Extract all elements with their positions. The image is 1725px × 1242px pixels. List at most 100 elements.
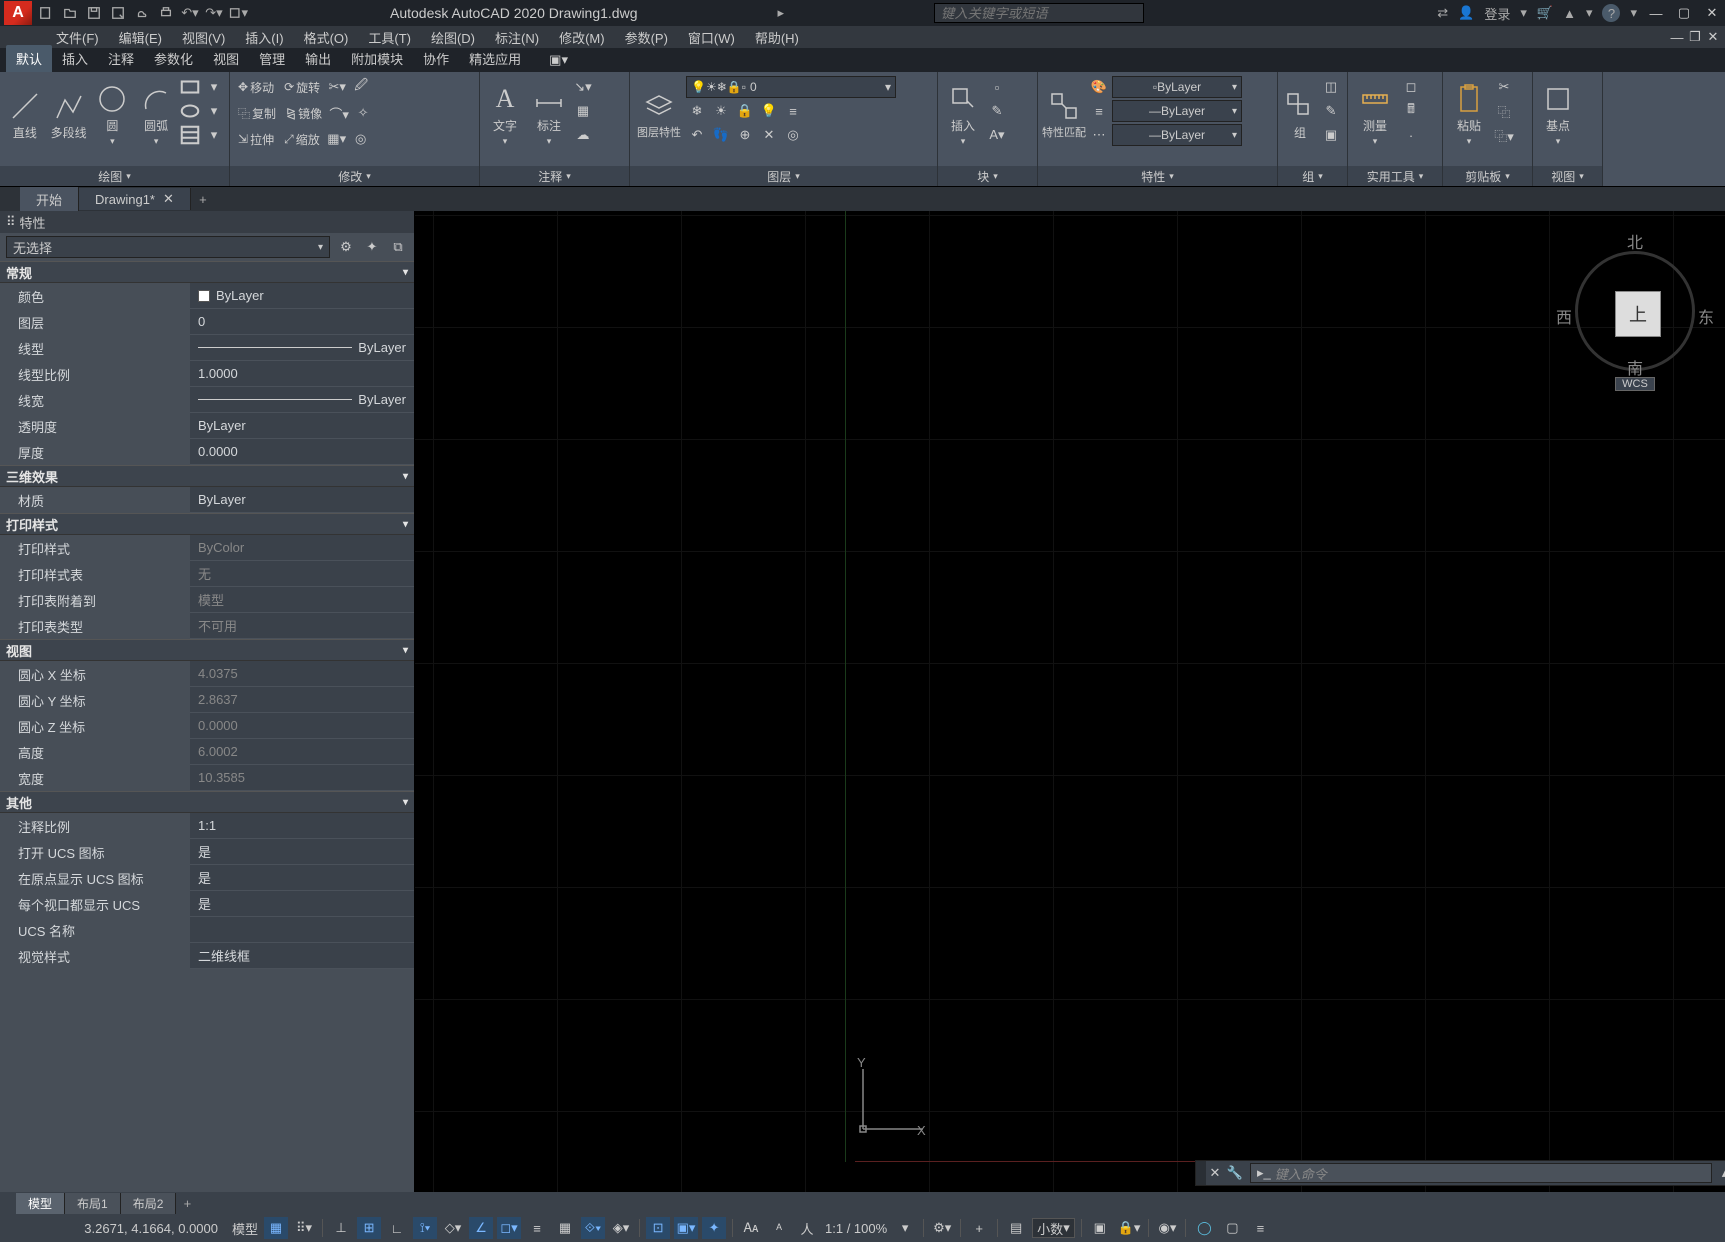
ellipse-arrow-icon[interactable]: ▾ [203, 100, 225, 122]
qat-more-icon[interactable]: ▾ [228, 3, 248, 23]
section-3d[interactable]: 三维效果▾ [0, 465, 414, 487]
help-icon[interactable]: ? [1602, 4, 1620, 22]
dyn-ucs-icon[interactable]: ⊡ [646, 1217, 670, 1239]
qat-cloud-icon[interactable] [132, 3, 152, 23]
trim-icon[interactable]: ✂▾ [326, 76, 348, 98]
prop-color-value[interactable]: ByLayer [190, 283, 414, 309]
qat-redo-icon[interactable]: ↷▾ [204, 3, 224, 23]
text-button[interactable]: A文字▾ [484, 76, 526, 154]
circle-button[interactable]: 圆▾ [92, 76, 134, 154]
ribbon-tab-output[interactable]: 输出 [295, 45, 341, 72]
exchange-icon[interactable]: ⇄ [1437, 5, 1448, 21]
table-icon[interactable]: ▦ [572, 100, 594, 122]
lineweight-combo[interactable]: — ByLayer [1112, 100, 1242, 122]
mirror-button[interactable]: ⧎ 镜像 [282, 102, 326, 124]
prop-ucsname-value[interactable] [190, 917, 414, 943]
panel-block-title[interactable]: 块▾ [938, 166, 1037, 186]
doc-restore-button[interactable]: ❐ [1687, 29, 1703, 45]
ribbon-tab-featured[interactable]: 精选应用 [459, 45, 531, 72]
panel-draw-title[interactable]: 绘图▾ [0, 166, 229, 186]
otrack-icon[interactable]: ∠ [469, 1217, 493, 1239]
create-block-icon[interactable]: ▫ [986, 76, 1008, 98]
layer-match-icon[interactable]: ≡ [782, 100, 804, 122]
qat-plot-icon[interactable] [156, 3, 176, 23]
panel-modify-title[interactable]: 修改▾ [230, 166, 479, 186]
measure-button[interactable]: 测量▾ [1352, 76, 1398, 154]
rect-icon[interactable] [179, 76, 201, 98]
prop-vstyle-value[interactable]: 二维线框 [190, 943, 414, 969]
stretch-button[interactable]: ⇲ 拉伸 [234, 128, 278, 150]
filetab-drawing1[interactable]: Drawing1*✕ [79, 188, 191, 210]
spline-icon[interactable]: ▾ [203, 76, 225, 98]
prop-ucspervp-value[interactable]: 是 [190, 891, 414, 917]
units-icon[interactable]: ▤ [1004, 1217, 1028, 1239]
lock-ui-icon[interactable]: 🔒▾ [1116, 1217, 1143, 1239]
panel-util-title[interactable]: 实用工具▾ [1348, 166, 1442, 186]
infer-icon[interactable]: ⊥ [329, 1217, 353, 1239]
anno-vis-icon[interactable]: 🗛 [739, 1217, 763, 1239]
ellipse-icon[interactable] [179, 100, 201, 122]
point-icon[interactable]: · [1400, 124, 1422, 146]
filetab-start[interactable]: 开始 [20, 187, 79, 212]
panel-props-title[interactable]: 特性▾ [1038, 166, 1277, 186]
offset-icon[interactable]: ◎ [350, 128, 372, 150]
base-button[interactable]: 基点▾ [1537, 76, 1579, 154]
viewcube-east[interactable]: 东 [1698, 304, 1714, 328]
iso-icon[interactable]: ◇▾ [441, 1217, 465, 1239]
copybase-icon[interactable]: ⿻▾ [1493, 124, 1515, 146]
arc-button[interactable]: 圆弧▾ [135, 76, 177, 154]
layer-combo[interactable]: 💡☀❄🔒▫ 0▾ [686, 76, 896, 98]
prop-ucsicon-value[interactable]: 是 [190, 839, 414, 865]
group-bbox-icon[interactable]: ▣ [1320, 124, 1342, 146]
prop-thickness-value[interactable]: 0.0000 [190, 439, 414, 465]
select-objects-icon[interactable]: ✦ [362, 237, 382, 257]
layer-props-button[interactable]: 图层特性 [634, 76, 684, 154]
customize-icon[interactable]: ≡ [1248, 1217, 1272, 1239]
coordinates[interactable]: 3.2671, 4.1664, 0.0000 [6, 1221, 226, 1236]
menu-help[interactable]: 帮助(H) [747, 26, 807, 49]
command-line[interactable]: ✕ 🔧 ▸_键入命令 ▴ [1195, 1160, 1725, 1186]
viewcube-north[interactable]: 北 [1627, 229, 1643, 253]
panel-view-title[interactable]: 视图▾ [1533, 166, 1602, 186]
sel-filter-icon[interactable]: ▣▾ [674, 1217, 698, 1239]
prop-cx-value[interactable]: 4.0375 [190, 661, 414, 687]
layout-add-icon[interactable]: + [176, 1196, 198, 1211]
login-arrow-icon[interactable]: ▾ [1520, 5, 1527, 21]
ribbon-collapse-icon[interactable]: ▣▾ [539, 48, 578, 72]
section-other[interactable]: 其他▾ [0, 791, 414, 813]
menu-modify[interactable]: 修改(M) [551, 26, 613, 49]
prop-layer-value[interactable]: 0 [190, 309, 414, 335]
command-input[interactable]: ▸_键入命令 [1250, 1163, 1712, 1183]
cmdline-settings-icon[interactable]: 🔧 [1224, 1165, 1246, 1181]
dim-button[interactable]: 标注▾ [528, 76, 570, 154]
ribbon-tab-manage[interactable]: 管理 [249, 45, 295, 72]
osnap-icon[interactable]: ◻▾ [497, 1217, 521, 1239]
model-space-button[interactable]: 模型 [230, 1217, 260, 1239]
dynamic-input-icon[interactable]: ⊞ [357, 1217, 381, 1239]
insert-button[interactable]: 插入▾ [942, 76, 984, 154]
anno-scale-icon[interactable]: 人 [795, 1217, 819, 1239]
close-button[interactable]: ✕ [1703, 4, 1721, 22]
linetype-combo[interactable]: — ByLayer [1112, 124, 1242, 146]
hatch-icon[interactable] [179, 124, 201, 146]
scale-button[interactable]: ⤢ 缩放 [280, 128, 324, 150]
clean-screen-icon[interactable]: ▢ [1220, 1217, 1244, 1239]
lineweight-icon[interactable]: ≡ [1088, 100, 1110, 122]
menu-window[interactable]: 窗口(W) [680, 26, 743, 49]
filetab-close-icon[interactable]: ✕ [163, 191, 174, 207]
ungroup-icon[interactable]: ◫ [1320, 76, 1342, 98]
doc-close-button[interactable]: ✕ [1705, 29, 1721, 45]
help-arrow-icon[interactable]: ▾ [1630, 5, 1637, 21]
qat-open-icon[interactable] [60, 3, 80, 23]
prop-transparency-value[interactable]: ByLayer [190, 413, 414, 439]
transparency-toggle-icon[interactable]: ▦ [553, 1217, 577, 1239]
edit-block-icon[interactable]: ✎ [986, 100, 1008, 122]
menu-param[interactable]: 参数(P) [617, 26, 676, 49]
viewcube-south[interactable]: 南 [1627, 355, 1643, 379]
workspace-gear-icon[interactable]: ⚙▾ [930, 1217, 954, 1239]
attr-icon[interactable]: A▾ [986, 124, 1008, 146]
prop-height-value[interactable]: 6.0002 [190, 739, 414, 765]
qat-undo-icon[interactable]: ↶▾ [180, 3, 200, 23]
section-general[interactable]: 常规▾ [0, 261, 414, 283]
login-label[interactable]: 登录 [1484, 4, 1510, 23]
